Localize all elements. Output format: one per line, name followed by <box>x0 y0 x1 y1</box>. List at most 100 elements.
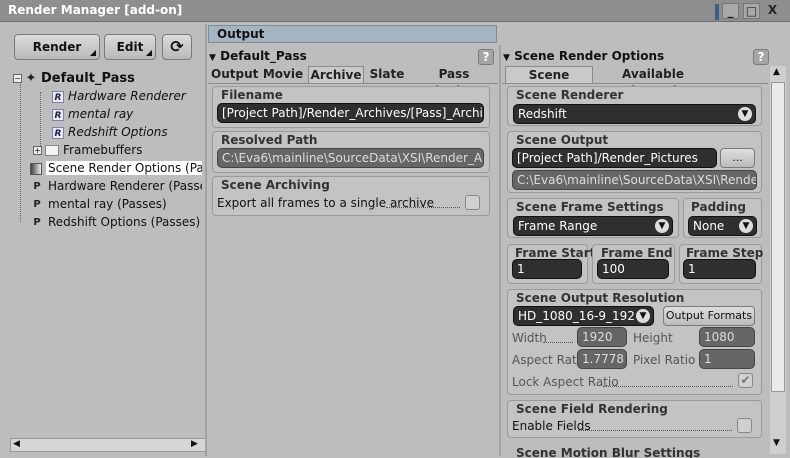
pane-divider[interactable] <box>205 24 207 456</box>
tree-item-label: Framebuffers <box>63 143 143 157</box>
folder-icon <box>45 145 59 156</box>
tab-movie[interactable]: Movie <box>262 66 304 84</box>
frame-end-input[interactable]: 100 <box>597 259 669 279</box>
pass-options-icon: P <box>33 216 41 228</box>
output-header: Output <box>208 25 497 43</box>
tree-root-default-pass[interactable]: − ✦ Default_Pass <box>13 69 135 87</box>
tab-output[interactable]: Output <box>211 66 258 84</box>
frame-settings-title: Scene Frame Settings <box>516 200 664 214</box>
tree-item-mental-ray[interactable]: Rmental ray <box>52 105 133 123</box>
scene-output-title: Scene Output <box>516 133 609 147</box>
tree-item-label: Hardware Renderer <box>68 89 186 103</box>
tree-item-mental-ray-passes[interactable]: Pmental ray (Passes) <box>30 195 167 213</box>
tree-guide <box>20 84 21 222</box>
resolved-path-field: C:\Eva6\mainline\SourceData\XSI\Render_A… <box>217 148 484 168</box>
scene-output-resolved: C:\Eva6\mainline\SourceData\XSI\Render_P <box>512 170 757 190</box>
scrollbar-thumb[interactable] <box>771 82 785 392</box>
edit-button-label: Edit <box>116 40 144 54</box>
help-button[interactable]: ? <box>753 49 769 65</box>
lock-aspect-checkbox[interactable]: ✔ <box>738 373 753 388</box>
collapse-triangle-icon: ▼ <box>503 53 510 63</box>
edit-button[interactable]: Edit ◢ <box>104 34 156 60</box>
tab-bar: Output Movie Archive Slate Pass Shaders <box>208 66 498 98</box>
filename-input[interactable]: [Project Path]/Render_Archives/[Pass]_Ar… <box>217 103 484 123</box>
tree-item-label: Redshift Options (Passes) <box>48 215 201 229</box>
help-button[interactable]: ? <box>478 49 494 65</box>
collapse-icon[interactable]: − <box>13 74 22 83</box>
pass-icon: ✦ <box>25 70 37 86</box>
scene-renderer-title: Scene Renderer <box>516 88 624 102</box>
pixel-ratio-label: Pixel Ratio <box>633 353 696 367</box>
render-button[interactable]: Render ◢ <box>14 34 100 60</box>
tree-item-redshift-options[interactable]: R Redshift Options <box>52 123 168 141</box>
scene-archiving-title: Scene Archiving <box>221 178 330 192</box>
render-options-icon: R <box>52 90 64 103</box>
frame-step-input[interactable]: 1 <box>683 259 756 279</box>
output-formats-button[interactable]: Output Formats <box>663 306 755 326</box>
enable-fields-checkbox[interactable] <box>737 418 752 433</box>
export-archive-checkbox[interactable] <box>465 195 480 210</box>
aspect-ratio-field: 1.7778 <box>577 349 627 369</box>
browse-button[interactable]: ... <box>720 148 755 168</box>
filename-title: Filename <box>221 88 283 102</box>
panel-header-default-pass[interactable]: ▼ Default_Pass <box>209 48 499 65</box>
tree-item-framebuffers[interactable]: + Framebuffers <box>33 141 142 159</box>
scroll-up-icon[interactable]: ▲ <box>773 67 780 77</box>
tree-item-label: mental ray (Passes) <box>48 197 167 211</box>
panel-title: Default_Pass <box>220 49 307 63</box>
panel-title: Scene Render Options <box>514 49 665 63</box>
maximize-button[interactable]: □ <box>743 3 760 19</box>
tab-slate[interactable]: Slate <box>367 66 407 84</box>
scene-renderer-select[interactable]: Redshift ▼ <box>513 104 756 124</box>
frame-start-input[interactable]: 1 <box>512 259 582 279</box>
checkmark-icon: ✔ <box>740 373 751 387</box>
scene-output-input[interactable]: [Project Path]/Render_Pictures <box>512 148 717 168</box>
tree-item-hardware-renderer[interactable]: R Hardware Renderer <box>52 87 186 105</box>
pass-options-icon: P <box>33 180 41 192</box>
leader-dots <box>386 207 460 208</box>
motion-blur-title: Scene Motion Blur Settings <box>516 446 701 458</box>
dropdown-arrow-icon: ▼ <box>636 309 650 323</box>
render-options-icon: R <box>52 108 64 121</box>
expand-icon[interactable]: + <box>33 146 42 155</box>
minimize-button[interactable]: _ <box>722 3 739 19</box>
panel-header-scene-render-options[interactable]: ▼ Scene Render Options <box>503 48 768 65</box>
padding-select[interactable]: None ▼ <box>688 216 757 236</box>
tree-root-label: Default_Pass <box>41 71 135 86</box>
tree-item-hardware-renderer-passes[interactable]: P Hardware Renderer (Passe <box>30 177 202 195</box>
tab-pass-shaders[interactable]: Pass Shaders <box>411 66 497 98</box>
resolution-value: HD_1080_16-9_192 <box>518 309 635 323</box>
pane-divider[interactable] <box>499 45 501 456</box>
tree-item-label: mental ray <box>68 107 134 121</box>
scroll-left-icon[interactable]: ◀ <box>13 439 20 449</box>
tree-item-redshift-options-passes[interactable]: P Redshift Options (Passes) <box>30 213 200 231</box>
tab-archive[interactable]: Archive <box>308 66 364 84</box>
tab-bar: Scene Globals Available Channels <box>502 66 768 99</box>
pixel-ratio-field: 1 <box>699 349 755 369</box>
chevron-down-icon: ◢ <box>145 48 152 57</box>
tab-scene-globals[interactable]: Scene Globals <box>505 66 593 99</box>
tab-available-channels[interactable]: Available Channels <box>597 66 709 98</box>
close-button[interactable]: X <box>764 3 781 19</box>
maximize-icon: □ <box>745 4 758 18</box>
leader-dots <box>543 342 573 343</box>
height-label: Height <box>633 331 673 345</box>
width-label: Width <box>512 331 547 345</box>
dropdown-arrow-icon: ▼ <box>738 107 752 121</box>
tab-underline <box>208 83 498 84</box>
height-field: 1080 <box>699 327 755 347</box>
padding-value: None <box>693 219 725 233</box>
scroll-right-icon[interactable]: ▶ <box>191 439 198 449</box>
tree-item-scene-render-options[interactable]: Scene Render Options (Pas <box>30 159 202 177</box>
output-resolution-title: Scene Output Resolution <box>516 291 685 305</box>
tab-underline <box>502 83 768 84</box>
frame-settings-select[interactable]: Frame Range ▼ <box>513 216 673 236</box>
chevron-down-icon: ◢ <box>89 48 96 57</box>
horizontal-scrollbar[interactable]: ◀ ▶ <box>10 438 206 452</box>
refresh-button[interactable]: ⟳ <box>162 34 192 60</box>
scene-options-icon <box>30 162 42 175</box>
scroll-down-icon[interactable]: ▼ <box>773 438 780 448</box>
tree-item-label: Redshift Options <box>68 125 168 139</box>
resolution-select[interactable]: HD_1080_16-9_192 ▼ <box>513 306 654 326</box>
render-options-icon: R <box>52 126 64 139</box>
